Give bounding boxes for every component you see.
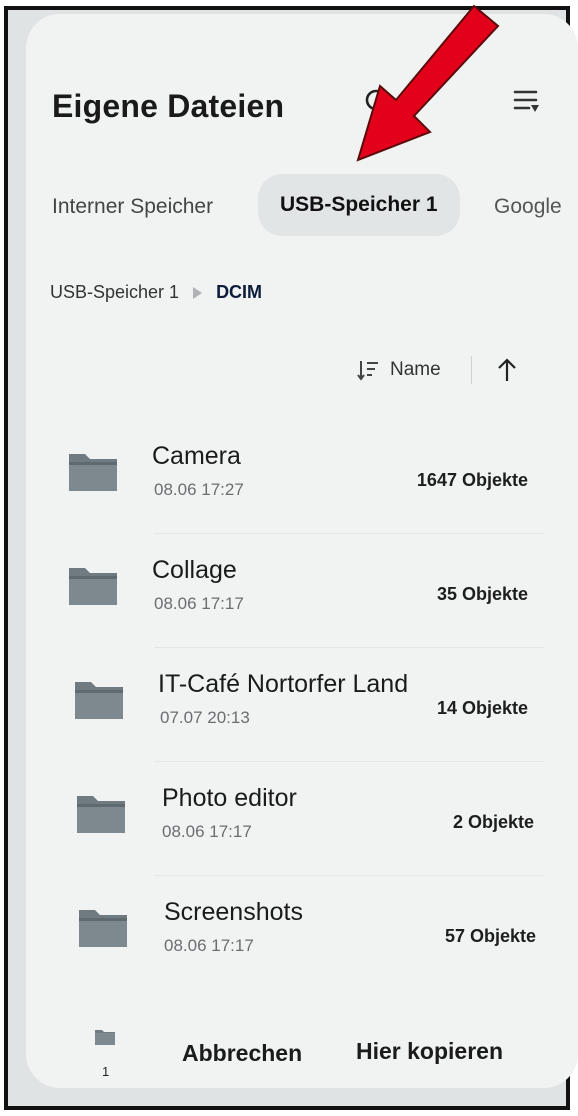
sort-icon[interactable]	[356, 358, 380, 382]
folder-date: 08.06 17:17	[164, 936, 254, 955]
selection-count: 1	[102, 1064, 110, 1079]
folder-icon	[75, 682, 123, 719]
folder-date: 08.06 17:17	[162, 822, 252, 841]
row-divider	[154, 875, 544, 876]
list-item[interactable]: Photo editor 08.06 17:17 2 Objekte	[26, 766, 578, 876]
storage-tabs: Interner Speicher USB-Speicher 1 Google	[26, 172, 578, 242]
folder-icon	[79, 910, 127, 947]
tab-usb-storage[interactable]: USB-Speicher 1	[258, 174, 460, 236]
list-item[interactable]: Collage 08.06 17:17 35 Objekte	[26, 538, 578, 648]
selection-folder-icon	[95, 1030, 115, 1045]
folder-name: IT-Café Nortorfer Land	[158, 670, 409, 698]
folder-icon	[69, 568, 117, 605]
list-item[interactable]: Camera 08.06 17:27 1647 Objekte	[26, 424, 578, 534]
row-divider	[154, 647, 544, 648]
breadcrumb-parent[interactable]: USB-Speicher 1	[50, 282, 179, 303]
folder-icon	[77, 796, 125, 833]
folder-date: 08.06 17:17	[154, 594, 244, 613]
list-menu-icon[interactable]	[512, 86, 542, 116]
folder-item-count: 14 Objekte	[436, 698, 528, 718]
app-screen: Eigene Dateien Interner Speicher USB-Spe…	[26, 14, 578, 1088]
sort-label[interactable]: Name	[390, 359, 441, 381]
bottom-action-bar: 1 Abbrechen Hier kopieren	[26, 1020, 578, 1080]
folder-item-count: 35 Objekte	[436, 584, 528, 604]
folder-name: Screenshots	[164, 898, 303, 926]
folder-item-count: 2 Objekte	[452, 812, 534, 832]
arrow-up-icon[interactable]	[496, 357, 518, 383]
sort-divider	[470, 356, 472, 384]
list-item[interactable]: Screenshots 08.06 17:17 57 Objekte	[26, 880, 578, 990]
folder-name: Collage	[152, 556, 237, 584]
folder-name: Photo editor	[162, 784, 297, 812]
copy-here-button[interactable]: Hier kopieren	[356, 1038, 503, 1065]
cancel-button[interactable]: Abbrechen	[182, 1040, 302, 1067]
breadcrumb-current: DCIM	[216, 282, 263, 302]
tab-internal-storage[interactable]: Interner Speicher	[52, 172, 213, 242]
folder-date: 07.07 20:13	[160, 708, 250, 727]
folder-item-count: 1647 Objekte	[416, 470, 528, 490]
tab-google-drive[interactable]: Google	[494, 172, 562, 242]
page-title: Eigene Dateien	[52, 88, 285, 124]
row-divider	[154, 761, 544, 762]
folder-icon	[69, 454, 117, 491]
breadcrumb: USB-Speicher 1 DCIM	[50, 282, 262, 303]
list-item[interactable]: IT-Café Nortorfer Land 07.07 20:13 14 Ob…	[26, 652, 578, 762]
search-icon[interactable]	[364, 88, 394, 118]
folder-item-count: 57 Objekte	[444, 926, 536, 946]
row-divider	[154, 533, 544, 534]
folder-date: 08.06 17:27	[154, 480, 244, 499]
sort-bar: Name	[356, 352, 518, 388]
breadcrumb-separator-icon	[193, 286, 203, 299]
folder-name: Camera	[152, 442, 241, 470]
